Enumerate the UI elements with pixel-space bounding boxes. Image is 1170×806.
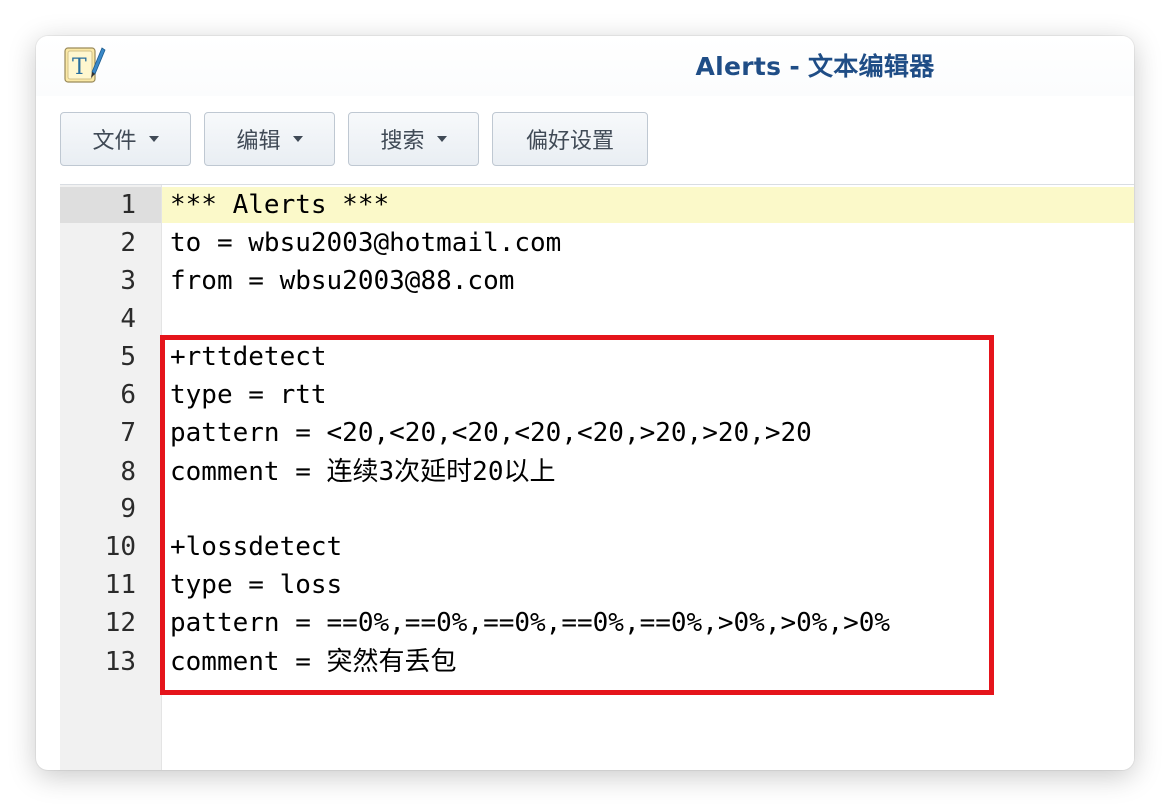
editor-line[interactable]: 13 comment = 突然有丢包 [60,643,1134,681]
line-text[interactable]: pattern = ==0%,==0%,==0%,==0%,==0%,>0%,>… [170,604,890,642]
line-text[interactable]: comment = 连续3次延时20以上 [170,453,556,491]
editor-line[interactable]: 9 [60,490,1134,528]
line-number: 8 [120,457,136,487]
search-menu-button[interactable]: 搜索 [348,112,479,166]
edit-menu-label: 编辑 [236,129,281,154]
line-text[interactable]: from = wbsu2003@88.com [170,262,514,300]
line-text[interactable]: *** Alerts *** [170,186,389,224]
line-number: 5 [120,342,136,372]
editor-line[interactable]: 11 type = loss [60,566,1134,604]
edit-menu-button[interactable]: 编辑 [204,112,335,166]
line-number: 4 [120,304,136,334]
editor-line[interactable]: 4 [60,300,1134,338]
preferences-label: 偏好设置 [525,129,614,154]
line-number: 9 [120,494,136,524]
editor-line[interactable]: 6 type = rtt [60,376,1134,414]
title-separator: - [789,52,800,81]
line-number: 6 [120,380,136,410]
line-text[interactable]: type = loss [170,566,342,604]
line-number: 11 [104,570,136,600]
line-text[interactable]: type = rtt [170,376,327,414]
chevron-down-icon [148,136,159,142]
line-number: 10 [104,532,136,562]
line-number: 12 [104,608,136,638]
editor-line[interactable]: 5 +rttdetect [60,338,1134,376]
line-text[interactable]: +lossdetect [170,528,342,566]
preferences-button[interactable]: 偏好设置 [492,112,648,166]
line-number: 7 [120,418,136,448]
line-number: 3 [120,266,136,296]
editor-line[interactable]: 1 *** Alerts *** [60,186,1134,224]
line-text[interactable]: +rttdetect [170,338,327,376]
chevron-down-icon [436,136,447,142]
line-text[interactable]: to = wbsu2003@hotmail.com [170,224,561,262]
file-menu-label: 文件 [92,129,137,154]
editor-line[interactable]: 7 pattern = <20,<20,<20,<20,<20,>20,>20,… [60,414,1134,452]
document-name: Alerts [695,52,782,81]
line-number: 13 [104,647,136,677]
text-editor-window: T Alerts - 文本编辑器 文件 编辑 搜索 偏好设置 1 *** Ale… [36,36,1134,770]
toolbar: 文件 编辑 搜索 偏好设置 [36,98,1134,182]
line-number: 2 [120,228,136,258]
file-menu-button[interactable]: 文件 [60,112,191,166]
window-title: Alerts - 文本编辑器 [36,47,1134,83]
title-bar[interactable]: T Alerts - 文本编辑器 [36,36,1134,96]
app-name: 文本编辑器 [808,52,935,81]
editor-line[interactable]: 3 from = wbsu2003@88.com [60,262,1134,300]
editor-line[interactable]: 2 to = wbsu2003@hotmail.com [60,224,1134,262]
editor-line[interactable]: 12 pattern = ==0%,==0%,==0%,==0%,==0%,>0… [60,604,1134,642]
search-menu-label: 搜索 [380,129,425,154]
line-text[interactable]: pattern = <20,<20,<20,<20,<20,>20,>20,>2… [170,414,812,452]
line-number: 1 [120,190,136,220]
line-text[interactable]: comment = 突然有丢包 [170,643,457,681]
chevron-down-icon [292,136,303,142]
editor-line[interactable]: 8 comment = 连续3次延时20以上 [60,453,1134,491]
editor-line[interactable]: 10 +lossdetect [60,528,1134,566]
code-editor[interactable]: 1 *** Alerts *** 2 to = wbsu2003@hotmail… [60,184,1134,770]
